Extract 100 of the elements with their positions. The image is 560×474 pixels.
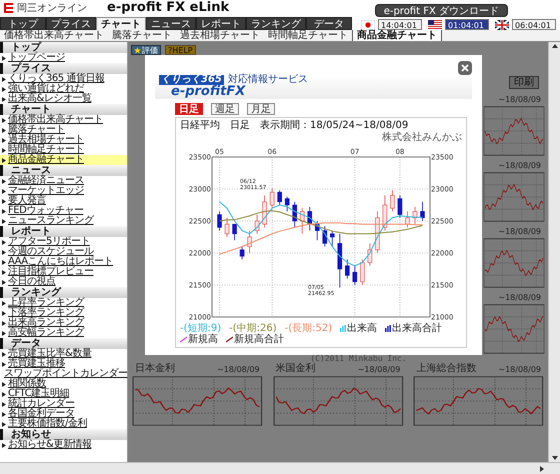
logo-badge: くりっく365 [159, 75, 224, 85]
mini-chart-drawing [483, 303, 545, 355]
nav-tab[interactable]: レポート [196, 17, 246, 30]
period-tab[interactable]: 週足 [211, 103, 239, 115]
sidebar-link[interactable]: ニュースランキング [8, 216, 94, 226]
sidebar-link[interactable]: トップページ [8, 53, 65, 63]
legend-entry: 新規高合計 [234, 334, 284, 345]
sidebar-link[interactable]: 売買建玉推移 [8, 359, 65, 369]
sidebar-link[interactable]: 時間軸足チャート [8, 145, 84, 155]
scroll-down-icon [552, 456, 558, 460]
sidebar-link[interactable]: 強い通貨はどれだ [8, 84, 84, 94]
legend-entry: 出来高合計 [392, 323, 442, 334]
sidebar-section-header: ランキング [0, 287, 127, 298]
print-button[interactable]: 印刷 [509, 76, 539, 89]
sidebar-link[interactable]: 今週のスケジュール [8, 247, 94, 257]
sidebar-link[interactable]: 上昇率ランキング [8, 298, 84, 308]
flag-icon [428, 20, 442, 30]
subtab[interactable]: 過去相場チャート [176, 30, 264, 41]
vertical-scrollbar[interactable] [548, 42, 560, 462]
sidebar-link[interactable]: 価格帯出来高チャート [8, 115, 103, 125]
help-button[interactable]: ?HELP [165, 45, 196, 55]
sidebar-link[interactable]: くりっく365 通貨日報 [8, 74, 104, 84]
scroll-up-icon [552, 44, 558, 48]
sidebar-link[interactable]: 騰落チャート [8, 125, 65, 135]
sidebar-link[interactable]: 各国金利データ [8, 409, 74, 419]
candlestick [307, 206, 312, 231]
bullet-icon [2, 402, 6, 406]
subtab[interactable]: 騰落チャート [108, 30, 176, 41]
horizontal-scrollbar[interactable] [0, 462, 560, 474]
bullet-icon [2, 128, 6, 132]
mini-chart-drawing [483, 237, 545, 289]
nav-tab[interactable]: データ [306, 17, 352, 30]
period-tab[interactable]: 日足 [175, 103, 203, 115]
candlestick [247, 230, 252, 254]
sidebar-link[interactable]: 相関係数 [8, 379, 46, 389]
sidebar-link[interactable]: 過去相場チャート [8, 135, 84, 145]
nav-tab[interactable]: トップ [0, 17, 46, 30]
sidebar-link[interactable]: 金融経済ニュース [8, 176, 84, 186]
candlestick [240, 246, 244, 260]
sidebar-link[interactable]: 今日の視点 [8, 277, 56, 287]
panel-period: ~18/08/09 [498, 293, 541, 303]
sidebar-section-header: チャート [0, 104, 127, 115]
period-tab[interactable]: 月足 [247, 103, 275, 115]
bullet-icon [2, 382, 6, 386]
legend-entry: -(長期:52) [284, 323, 332, 334]
legend-entry: 出来高 [347, 323, 378, 334]
candlestick [330, 230, 335, 247]
legend-entry: -(短期:9) [180, 323, 222, 334]
candlestick [270, 188, 274, 209]
bullet-icon [2, 76, 6, 82]
sidebar-link[interactable]: 出来高&レシオ一覧 [8, 94, 92, 104]
download-button[interactable]: e-profit FX ダウンロード [374, 4, 508, 16]
sidebar-link[interactable]: CFTC建玉明細 [8, 389, 70, 399]
bullet-icon [2, 250, 6, 254]
sidebar-link[interactable]: AAAこんにちはレポート [8, 257, 114, 267]
sidebar-link[interactable]: FEDウォッチャー [8, 206, 84, 216]
candlestick [224, 217, 230, 238]
sidebar-link[interactable]: 主要株価指数/金利 [8, 419, 87, 429]
sidebar-link[interactable]: マーケットエッジ [8, 186, 84, 196]
subtab[interactable]: 価格帯出来高チャート [0, 30, 108, 41]
brand-name: 岡三オンライン [17, 2, 87, 16]
bullet-icon [2, 118, 6, 122]
bullet-icon [2, 86, 6, 92]
nav-tab[interactable]: ランキング [246, 17, 306, 30]
candlestick [405, 211, 410, 228]
close-button[interactable] [458, 61, 472, 75]
sidebar-section-header: お知らせ [0, 429, 127, 440]
sidebar-link[interactable]: 注目指標プレビュー [8, 267, 94, 277]
bullet-icon [2, 148, 6, 152]
bullet-icon [2, 330, 6, 336]
sidebar-link[interactable]: スワップポイントカレンダー [4, 369, 128, 379]
subtab[interactable]: 時間軸足チャート [264, 30, 352, 41]
nav-tab[interactable]: プライス [46, 17, 96, 30]
bullet-icon [2, 138, 6, 142]
sidebar-section-header: トップ [0, 42, 127, 53]
candlestick [398, 195, 402, 218]
sidebar-link[interactable]: 統計カレンダー [8, 399, 74, 409]
bullet-icon [2, 270, 6, 274]
sidebar-link[interactable]: アフター5リポート [8, 237, 90, 247]
rate-button[interactable]: 評価 [131, 45, 161, 55]
bullet-icon [2, 310, 6, 316]
candlestick [412, 206, 418, 225]
panel-title: 米国金利 [276, 363, 316, 375]
bullet-icon [2, 178, 6, 184]
legend-entry: 新規高 [188, 334, 218, 345]
sidebar-link[interactable]: 売買建玉比率&数量 [8, 349, 92, 359]
nav-tab[interactable]: チャート [96, 17, 146, 30]
sidebar-link[interactable]: 要人発言 [8, 196, 46, 206]
sidebar-link[interactable]: 高安幅ランキング [8, 328, 84, 338]
sidebar-link[interactable]: 出来高ランキング [8, 318, 84, 328]
candlestick [277, 190, 282, 206]
bullet-icon [2, 442, 6, 448]
sidebar-link[interactable]: 下落率ランキング [8, 308, 84, 318]
candlestick [262, 195, 267, 228]
candlestick [232, 224, 237, 241]
bullet-icon [2, 280, 6, 284]
sidebar-link[interactable]: お知らせ&更新情報 [8, 440, 92, 450]
nav-tab[interactable]: ニュース [146, 17, 196, 30]
candlestick [368, 243, 372, 266]
candlestick [390, 190, 395, 212]
